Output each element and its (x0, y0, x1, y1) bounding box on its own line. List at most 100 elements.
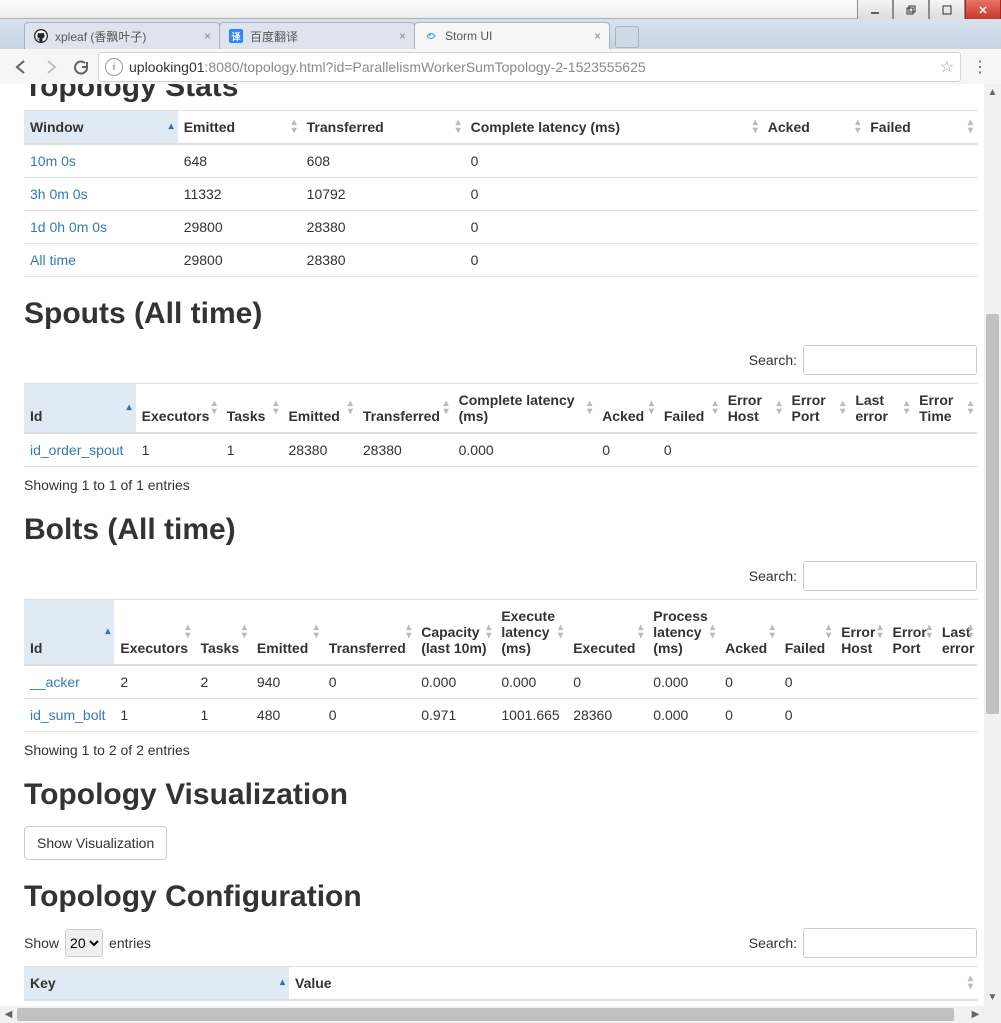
storm-icon (423, 28, 439, 44)
show-visualization-button[interactable]: Show Visualization (24, 826, 167, 860)
browser-menu-button[interactable]: ⋮ (967, 54, 993, 80)
config-search-input[interactable] (803, 928, 977, 958)
window-minimize-button[interactable] (857, 0, 893, 20)
col-id[interactable]: Id▴ (24, 384, 136, 434)
table-cell: 0 (719, 665, 779, 699)
col-error-port[interactable]: Error Port▴▾ (786, 384, 850, 434)
horizontal-scrollbar-thumb[interactable] (17, 1008, 954, 1021)
col-transferred[interactable]: Transferred▴▾ (323, 600, 415, 666)
col-transferred[interactable]: Transferred▴▾ (301, 111, 465, 145)
table-cell (936, 699, 977, 732)
table-cell: 28380 (301, 211, 465, 244)
col-emitted[interactable]: Emitted▴▾ (282, 384, 356, 434)
show-label: Show (24, 935, 59, 951)
browser-tab-github[interactable]: xpleaf (香飘叶子) × (24, 22, 220, 49)
col-emitted[interactable]: Emitted▴▾ (178, 111, 301, 145)
col-complete-latency[interactable]: Complete latency (ms)▴▾ (453, 384, 597, 434)
window-title-bar (0, 0, 1001, 19)
table-cell: 2 (194, 665, 250, 699)
col-tasks[interactable]: Tasks▴▾ (194, 600, 250, 666)
window-maximize-button[interactable] (929, 0, 965, 20)
nav-reload-button[interactable] (68, 54, 94, 80)
col-key[interactable]: Key▴ (24, 967, 289, 1001)
browser-tab-label: xpleaf (香飘叶子) (55, 28, 198, 45)
row-link[interactable]: 10m 0s (30, 153, 76, 169)
table-cell (762, 178, 864, 211)
table-cell (913, 433, 977, 467)
table-row: __acker2294000.0000.00000.00000 (24, 665, 977, 699)
browser-tab-storm[interactable]: Storm UI × (414, 22, 610, 49)
table-cell (936, 665, 977, 699)
col-error-host[interactable]: Error Host▴▾ (722, 384, 786, 434)
table-cell: 0.000 (495, 665, 567, 699)
configuration-heading: Topology Configuration (24, 880, 977, 914)
vertical-scrollbar-thumb[interactable] (986, 314, 999, 714)
horizontal-scrollbar[interactable]: ◀ ▶ (0, 1006, 984, 1023)
github-icon (33, 28, 49, 44)
table-cell: All time (24, 244, 178, 277)
row-link[interactable]: All time (30, 252, 76, 268)
tab-close-icon[interactable]: × (399, 29, 406, 43)
address-bar[interactable]: i uplooking01 :8080/topology.html?id=Par… (98, 52, 961, 82)
col-error-time[interactable]: Error Time▴▾ (913, 384, 977, 434)
bolts-search-input[interactable] (803, 561, 977, 591)
entries-label: entries (109, 935, 151, 951)
col-acked[interactable]: Acked▴▾ (719, 600, 779, 666)
col-executed[interactable]: Executed▴▾ (567, 600, 647, 666)
table-row: All time29800283800 (24, 244, 977, 277)
col-failed[interactable]: Failed▴▾ (658, 384, 722, 434)
col-id[interactable]: Id▴ (24, 600, 114, 666)
window-restore-button[interactable] (893, 0, 929, 20)
table-cell: 0 (465, 244, 762, 277)
page-size-select[interactable]: 20 (65, 929, 103, 957)
bookmark-star-icon[interactable]: ☆ (934, 57, 954, 77)
col-complete-latency[interactable]: Complete latency (ms)▴▾ (465, 111, 762, 145)
col-executors[interactable]: Executors▴▾ (136, 384, 221, 434)
col-failed[interactable]: Failed▴▾ (864, 111, 977, 145)
table-cell: 1 (194, 699, 250, 732)
col-acked[interactable]: Acked▴▾ (762, 111, 864, 145)
tab-close-icon[interactable]: × (594, 29, 601, 43)
col-last-error[interactable]: Last error▴▾ (849, 384, 913, 434)
nav-back-button[interactable] (8, 54, 34, 80)
table-cell: 1 (221, 433, 283, 467)
row-link[interactable]: id_sum_bolt (30, 707, 106, 723)
table-cell: 940 (251, 665, 323, 699)
scroll-right-arrow-icon[interactable]: ▶ (967, 1006, 984, 1023)
scroll-up-arrow-icon[interactable]: ▲ (984, 84, 1001, 101)
col-process-latency[interactable]: Process latency (ms)▴▾ (647, 600, 719, 666)
col-last-error[interactable]: Last error▴▾ (936, 600, 977, 666)
col-value[interactable]: Value▴▾ (289, 967, 977, 1001)
col-failed[interactable]: Failed▴▾ (779, 600, 835, 666)
col-tasks[interactable]: Tasks▴▾ (221, 384, 283, 434)
table-cell: 29800 (178, 211, 301, 244)
scroll-down-arrow-icon[interactable]: ▼ (984, 989, 1001, 1006)
col-executors[interactable]: Executors▴▾ (114, 600, 194, 666)
col-capacity[interactable]: Capacity (last 10m)▴▾ (415, 600, 495, 666)
col-error-port[interactable]: Error Port▴▾ (887, 600, 936, 666)
table-cell: 0 (596, 433, 658, 467)
col-window[interactable]: Window▴ (24, 111, 178, 145)
col-transferred[interactable]: Transferred▴▾ (357, 384, 453, 434)
col-emitted[interactable]: Emitted▴▾ (251, 600, 323, 666)
row-link[interactable]: id_order_spout (30, 442, 123, 458)
table-cell: 10m 0s (24, 144, 178, 178)
row-link[interactable]: 1d 0h 0m 0s (30, 219, 107, 235)
browser-tab-label: Storm UI (445, 29, 588, 43)
window-close-button[interactable] (965, 0, 1001, 20)
browser-tab-baidu[interactable]: 译 百度翻译 × (219, 22, 415, 49)
row-link[interactable]: __acker (30, 674, 80, 690)
col-error-host[interactable]: Error Host▴▾ (835, 600, 886, 666)
scroll-left-arrow-icon[interactable]: ◀ (0, 1006, 17, 1023)
tab-close-icon[interactable]: × (204, 29, 211, 43)
spouts-search-input[interactable] (803, 345, 977, 375)
table-cell (887, 665, 936, 699)
col-acked[interactable]: Acked▴▾ (596, 384, 658, 434)
site-info-icon[interactable]: i (105, 58, 123, 76)
row-link[interactable]: 3h 0m 0s (30, 186, 88, 202)
nav-forward-button[interactable] (38, 54, 64, 80)
new-tab-button[interactable] (615, 26, 639, 48)
col-exec-latency[interactable]: Execute latency (ms)▴▾ (495, 600, 567, 666)
vertical-scrollbar[interactable]: ▲ ▼ (984, 84, 1001, 1006)
table-cell: 0.000 (647, 665, 719, 699)
